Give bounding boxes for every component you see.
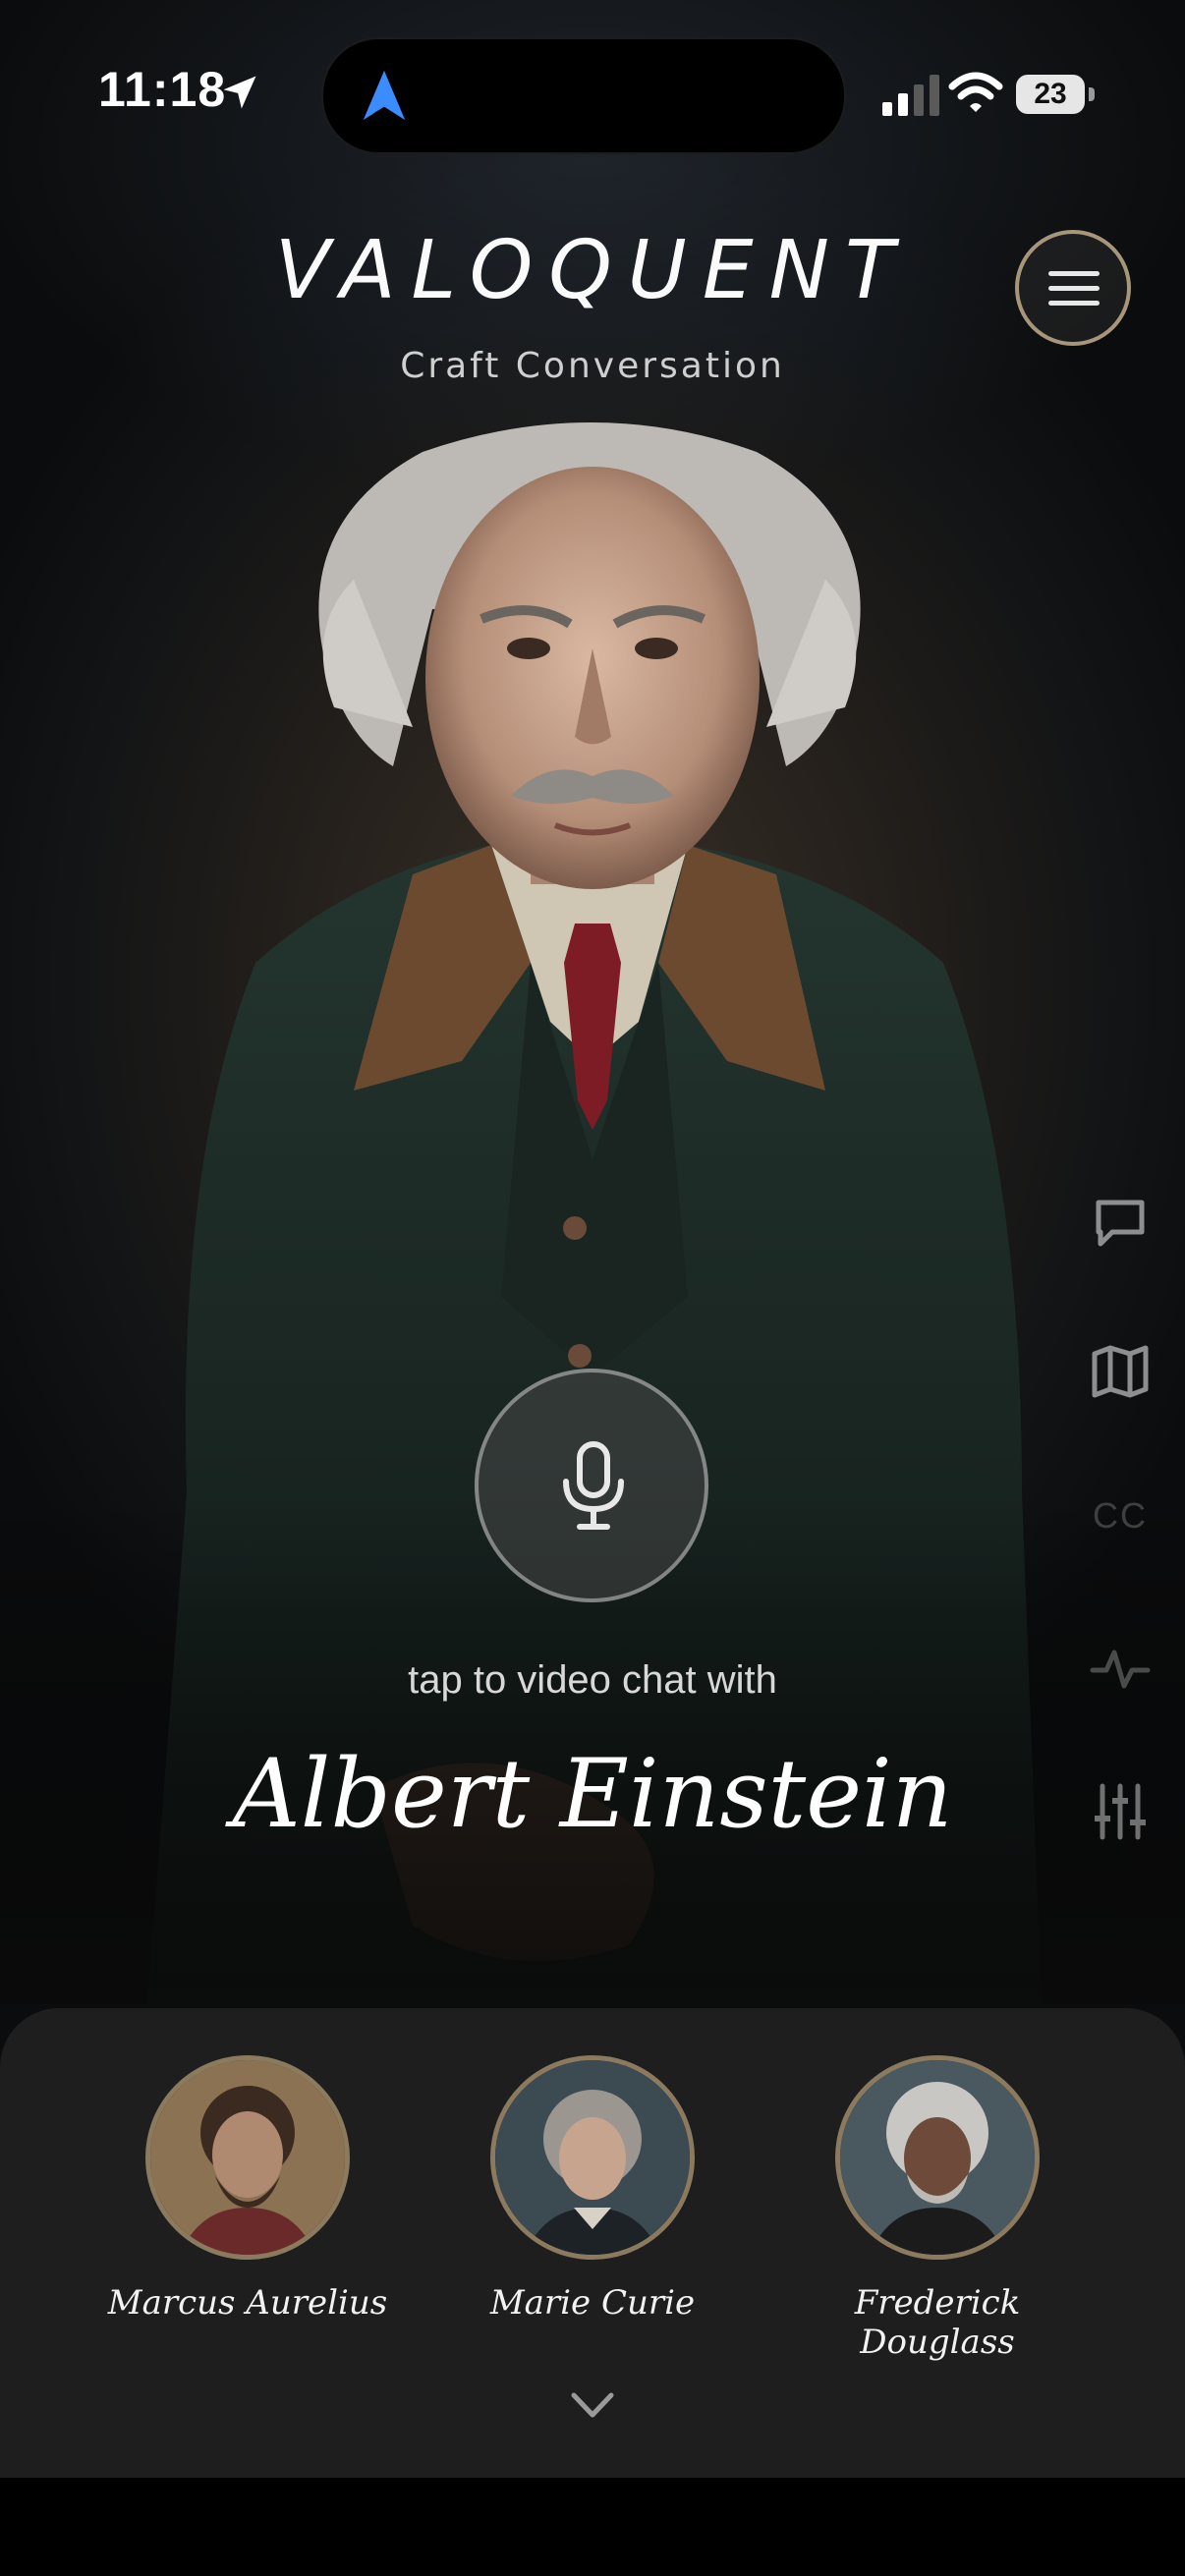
wifi-icon bbox=[948, 72, 1003, 112]
tap-to-chat-label: tap to video chat with bbox=[408, 1658, 777, 1702]
app-subtitle: Craft Conversation bbox=[400, 346, 785, 386]
home-indicator-area bbox=[0, 2478, 1185, 2576]
hamburger-menu-icon[interactable] bbox=[1015, 230, 1131, 346]
persona-card-frederick-douglass[interactable]: Frederick Douglass bbox=[780, 2055, 1095, 2362]
status-time: 11:18 bbox=[98, 62, 227, 117]
avatar bbox=[490, 2055, 695, 2260]
microphone-icon bbox=[563, 1441, 624, 1530]
signal-icon bbox=[882, 75, 939, 116]
closed-captions-icon[interactable]: CC bbox=[1089, 1495, 1152, 1537]
persona-card-name: Marie Curie bbox=[489, 2283, 696, 2323]
app-screen: 11:18 23 VALOQUENT Craft Conversation CC… bbox=[0, 0, 1185, 2576]
selected-persona-name: Albert Einstein bbox=[232, 1739, 953, 1849]
dynamic-island bbox=[321, 37, 846, 154]
chat-bubble-icon[interactable] bbox=[1089, 1191, 1152, 1254]
status-bar: 11:18 23 bbox=[0, 0, 1185, 187]
persona-card-marie-curie[interactable]: Marie Curie bbox=[435, 2055, 750, 2340]
battery-icon: 23 bbox=[1016, 75, 1085, 114]
microphone-button[interactable] bbox=[475, 1369, 708, 1602]
battery-tip bbox=[1089, 87, 1095, 101]
persona-card-marcus-aurelius[interactable]: Marcus Aurelius bbox=[90, 2055, 405, 2340]
persona-card-name: Marcus Aurelius bbox=[107, 2283, 388, 2323]
navigation-icon bbox=[363, 70, 406, 121]
map-icon[interactable] bbox=[1089, 1340, 1152, 1403]
app-title: VALOQUENT bbox=[274, 224, 911, 317]
chevron-down-icon[interactable] bbox=[568, 2387, 617, 2423]
persona-card-name: Frederick Douglass bbox=[854, 2283, 1021, 2362]
location-arrow-icon bbox=[223, 76, 256, 109]
avatar bbox=[145, 2055, 350, 2260]
avatar bbox=[835, 2055, 1040, 2260]
